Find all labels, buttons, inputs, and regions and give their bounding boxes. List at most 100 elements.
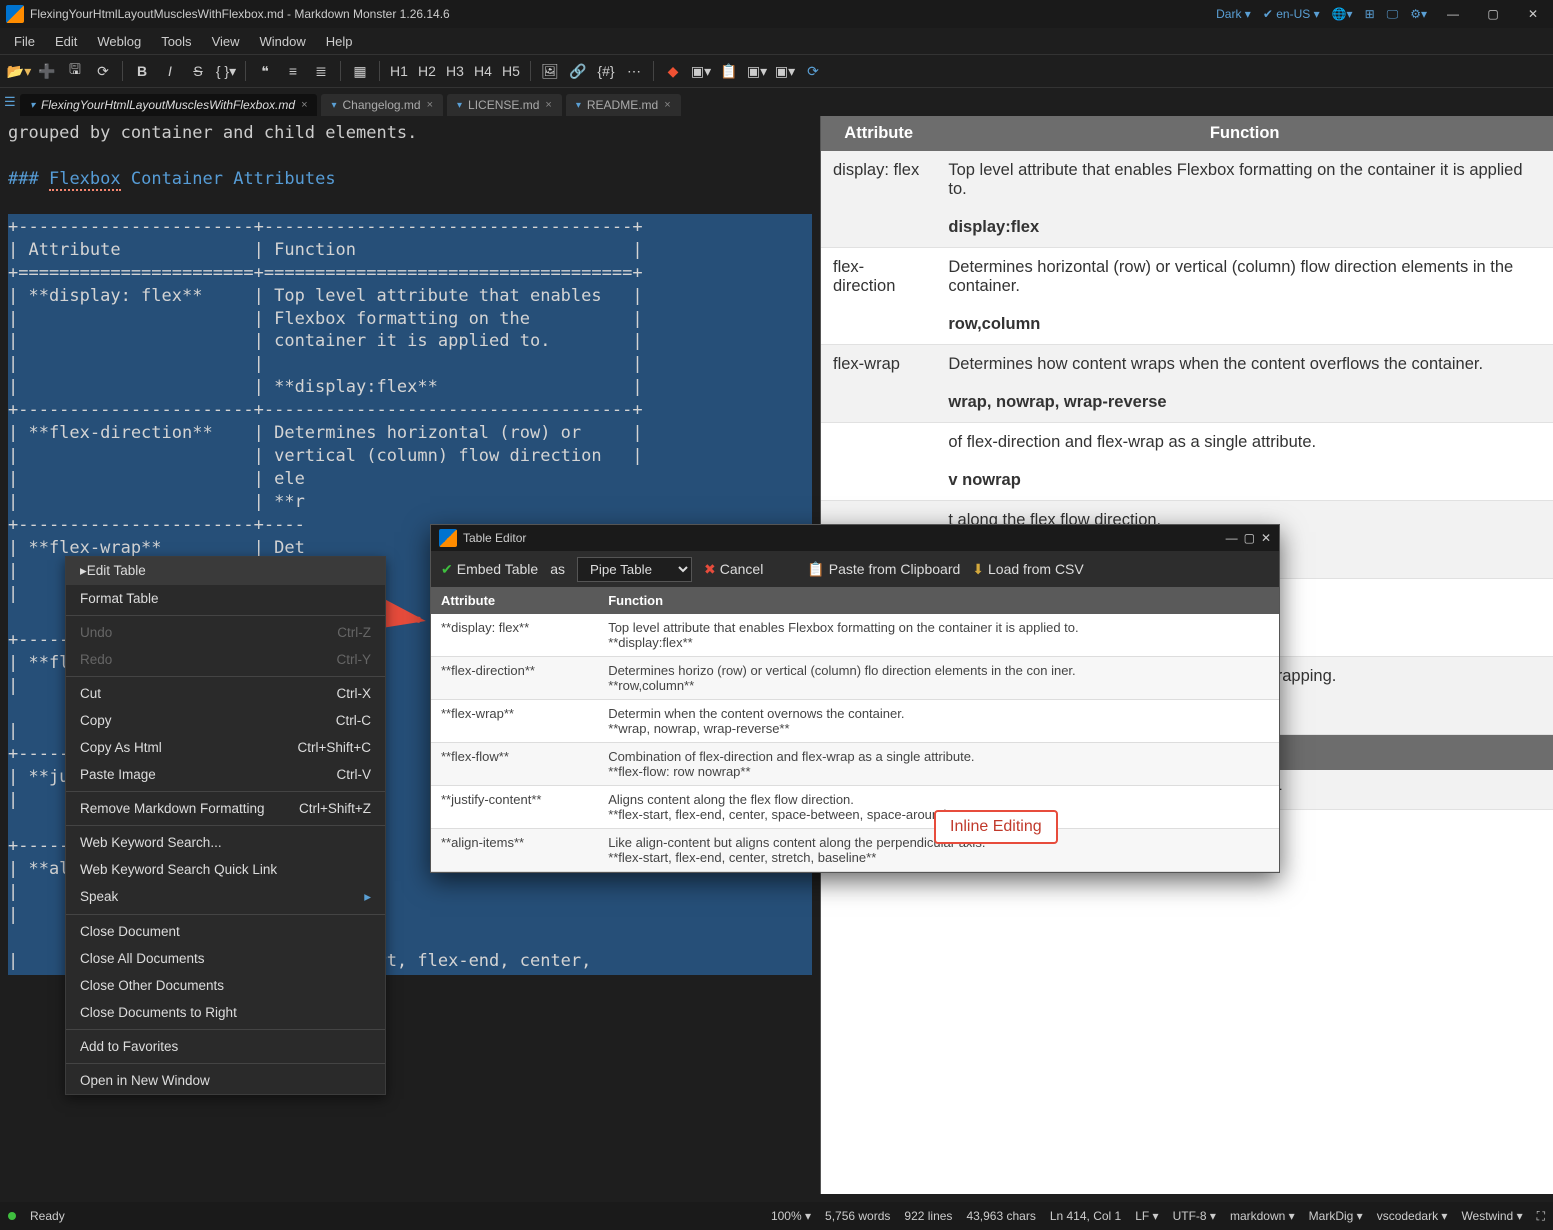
context-menu-item[interactable]: Paste ImageCtrl-V bbox=[66, 761, 385, 788]
cancel-button[interactable]: ✖Cancel bbox=[704, 561, 763, 578]
menu-weblog[interactable]: Weblog bbox=[89, 31, 149, 52]
terminal-icon[interactable]: ▣▾ bbox=[688, 58, 714, 84]
close-button[interactable]: ✕ bbox=[1519, 7, 1547, 21]
menubar: File Edit Weblog Tools View Window Help bbox=[0, 28, 1553, 54]
context-menu-item[interactable]: Speak▸ bbox=[66, 883, 385, 911]
editor-line: grouped by container and child elements. bbox=[8, 122, 812, 145]
gear-icon[interactable]: ⚙▾ bbox=[1410, 7, 1427, 21]
close-button[interactable]: ✕ bbox=[1261, 531, 1271, 545]
grid-icon[interactable]: ⊞ bbox=[1365, 7, 1375, 21]
context-menu-item[interactable]: Close All Documents bbox=[66, 945, 385, 972]
load-csv-button[interactable]: ⬇Load from CSV bbox=[972, 561, 1083, 578]
context-menu-item[interactable]: Copy As HtmlCtrl+Shift+C bbox=[66, 734, 385, 761]
menu-edit[interactable]: Edit bbox=[47, 31, 85, 52]
context-menu-item[interactable]: Close Documents to Right bbox=[66, 999, 385, 1026]
list-icon[interactable]: ≡ bbox=[280, 58, 306, 84]
tab[interactable]: ▾ Changelog.md × bbox=[321, 94, 443, 116]
tab-active[interactable]: ▾ FlexingYourHtmlLayoutMusclesWithFlexbo… bbox=[20, 94, 317, 116]
italic-icon[interactable]: I bbox=[157, 58, 183, 84]
markdown-icon: ▾ bbox=[30, 100, 35, 111]
save-icon[interactable]: 🖫 bbox=[62, 58, 88, 84]
paste-clipboard-button[interactable]: 📋Paste from Clipboard bbox=[807, 561, 960, 578]
close-icon[interactable]: × bbox=[664, 99, 670, 111]
context-menu-item[interactable]: Close Other Documents bbox=[66, 972, 385, 999]
menu-window[interactable]: Window bbox=[252, 31, 314, 52]
status-author[interactable]: Westwind ▾ bbox=[1461, 1209, 1522, 1223]
context-menu-item[interactable]: Open in New Window bbox=[66, 1067, 385, 1094]
h5-icon[interactable]: H5 bbox=[498, 58, 524, 84]
context-menu-item[interactable]: UndoCtrl-Z bbox=[66, 619, 385, 646]
status-mode[interactable]: markdown ▾ bbox=[1230, 1209, 1295, 1223]
globe-icon[interactable]: 🌐▾ bbox=[1332, 7, 1353, 21]
markdown-icon: ▾ bbox=[576, 100, 581, 111]
embed-table-button[interactable]: ✔Embed Table bbox=[441, 561, 538, 578]
maximize-button[interactable]: ▢ bbox=[1244, 531, 1255, 545]
new-icon[interactable]: ➕ bbox=[34, 58, 60, 84]
status-chars: 43,963 chars bbox=[966, 1209, 1035, 1223]
annotation-callout: Inline Editing bbox=[934, 810, 1058, 844]
dialog-toolbar: ✔Embed Table as Pipe Table ✖Cancel 📋Past… bbox=[431, 551, 1279, 587]
close-icon[interactable]: × bbox=[301, 99, 307, 111]
dialog-grid[interactable]: AttributeFunction **display: flex**Top l… bbox=[431, 587, 1279, 872]
status-encoding[interactable]: UTF-8 ▾ bbox=[1173, 1209, 1216, 1223]
language-selector[interactable]: ✔ en-US ▾ bbox=[1263, 7, 1320, 21]
menu-view[interactable]: View bbox=[204, 31, 248, 52]
theme-selector[interactable]: Dark ▾ bbox=[1216, 7, 1251, 21]
link-icon[interactable]: 🔗 bbox=[565, 58, 591, 84]
tab[interactable]: ▾ LICENSE.md × bbox=[447, 94, 562, 116]
bold-icon[interactable]: B bbox=[129, 58, 155, 84]
h1-icon[interactable]: H1 bbox=[386, 58, 412, 84]
image-icon[interactable]: 🖼 bbox=[537, 58, 563, 84]
context-menu-item[interactable]: Close Document bbox=[66, 918, 385, 945]
window-title: FlexingYourHtmlLayoutMusclesWithFlexbox.… bbox=[30, 7, 450, 21]
clipboard-icon[interactable]: 📋 bbox=[716, 58, 742, 84]
context-menu-item[interactable]: Web Keyword Search Quick Link bbox=[66, 856, 385, 883]
minimize-button[interactable]: — bbox=[1439, 7, 1467, 21]
code-braces-icon[interactable]: { }▾ bbox=[213, 58, 239, 84]
context-menu-item[interactable]: Add to Favorites bbox=[66, 1033, 385, 1060]
refresh-icon[interactable]: ⟳ bbox=[90, 58, 116, 84]
status-parser[interactable]: MarkDig ▾ bbox=[1309, 1209, 1363, 1223]
context-menu-item[interactable]: Format Table bbox=[66, 585, 385, 612]
context-menu-item[interactable]: CutCtrl-X bbox=[66, 680, 385, 707]
status-lineending[interactable]: LF ▾ bbox=[1135, 1209, 1158, 1223]
menu-help[interactable]: Help bbox=[318, 31, 361, 52]
expand-icon[interactable]: ⛶ bbox=[1537, 1209, 1545, 1224]
context-menu-item[interactable]: CopyCtrl-C bbox=[66, 707, 385, 734]
quote-icon[interactable]: ❝ bbox=[252, 58, 278, 84]
table-type-select[interactable]: Pipe Table bbox=[577, 557, 692, 582]
menu-file[interactable]: File bbox=[6, 31, 43, 52]
h3-icon[interactable]: H3 bbox=[442, 58, 468, 84]
menu-tools[interactable]: Tools bbox=[153, 31, 199, 52]
open-icon[interactable]: 📂▾ bbox=[6, 58, 32, 84]
h4-icon[interactable]: H4 bbox=[470, 58, 496, 84]
context-menu-item[interactable]: Remove Markdown FormattingCtrl+Shift+Z bbox=[66, 795, 385, 822]
close-icon[interactable]: × bbox=[427, 99, 433, 111]
app-logo-icon bbox=[6, 5, 24, 23]
monitor-icon[interactable]: 🖵 bbox=[1387, 7, 1399, 22]
git-icon[interactable]: ◆ bbox=[660, 58, 686, 84]
table-icon[interactable]: ▦ bbox=[347, 58, 373, 84]
screenshot-icon[interactable]: ▣▾ bbox=[744, 58, 770, 84]
close-icon[interactable]: × bbox=[545, 99, 551, 111]
minimize-button[interactable]: — bbox=[1226, 531, 1238, 545]
status-theme[interactable]: vscodedark ▾ bbox=[1377, 1209, 1448, 1223]
strike-icon[interactable]: S bbox=[185, 58, 211, 84]
rss-icon[interactable]: ▣▾ bbox=[772, 58, 798, 84]
tab[interactable]: ▾ README.md × bbox=[566, 94, 681, 116]
code-icon[interactable]: {#} bbox=[593, 58, 619, 84]
status-dot-icon bbox=[8, 1212, 16, 1220]
context-menu-item[interactable]: Web Keyword Search... bbox=[66, 829, 385, 856]
status-zoom[interactable]: 100% ▾ bbox=[771, 1209, 811, 1223]
context-menu: ▸Edit TableFormat Table UndoCtrl-ZRedoCtr… bbox=[65, 556, 386, 1095]
more-icon[interactable]: ⋯ bbox=[621, 58, 647, 84]
preview-th: Attribute bbox=[821, 116, 936, 151]
context-menu-item[interactable]: ▸Edit Table bbox=[66, 557, 385, 585]
numbered-list-icon[interactable]: ≣ bbox=[308, 58, 334, 84]
maximize-button[interactable]: ▢ bbox=[1479, 7, 1507, 21]
h2-icon[interactable]: H2 bbox=[414, 58, 440, 84]
status-position: Ln 414, Col 1 bbox=[1050, 1209, 1121, 1223]
context-menu-item[interactable]: RedoCtrl-Y bbox=[66, 646, 385, 673]
hamburger-icon[interactable]: ☰ bbox=[4, 94, 16, 110]
sync-icon[interactable]: ⟳ bbox=[800, 58, 826, 84]
